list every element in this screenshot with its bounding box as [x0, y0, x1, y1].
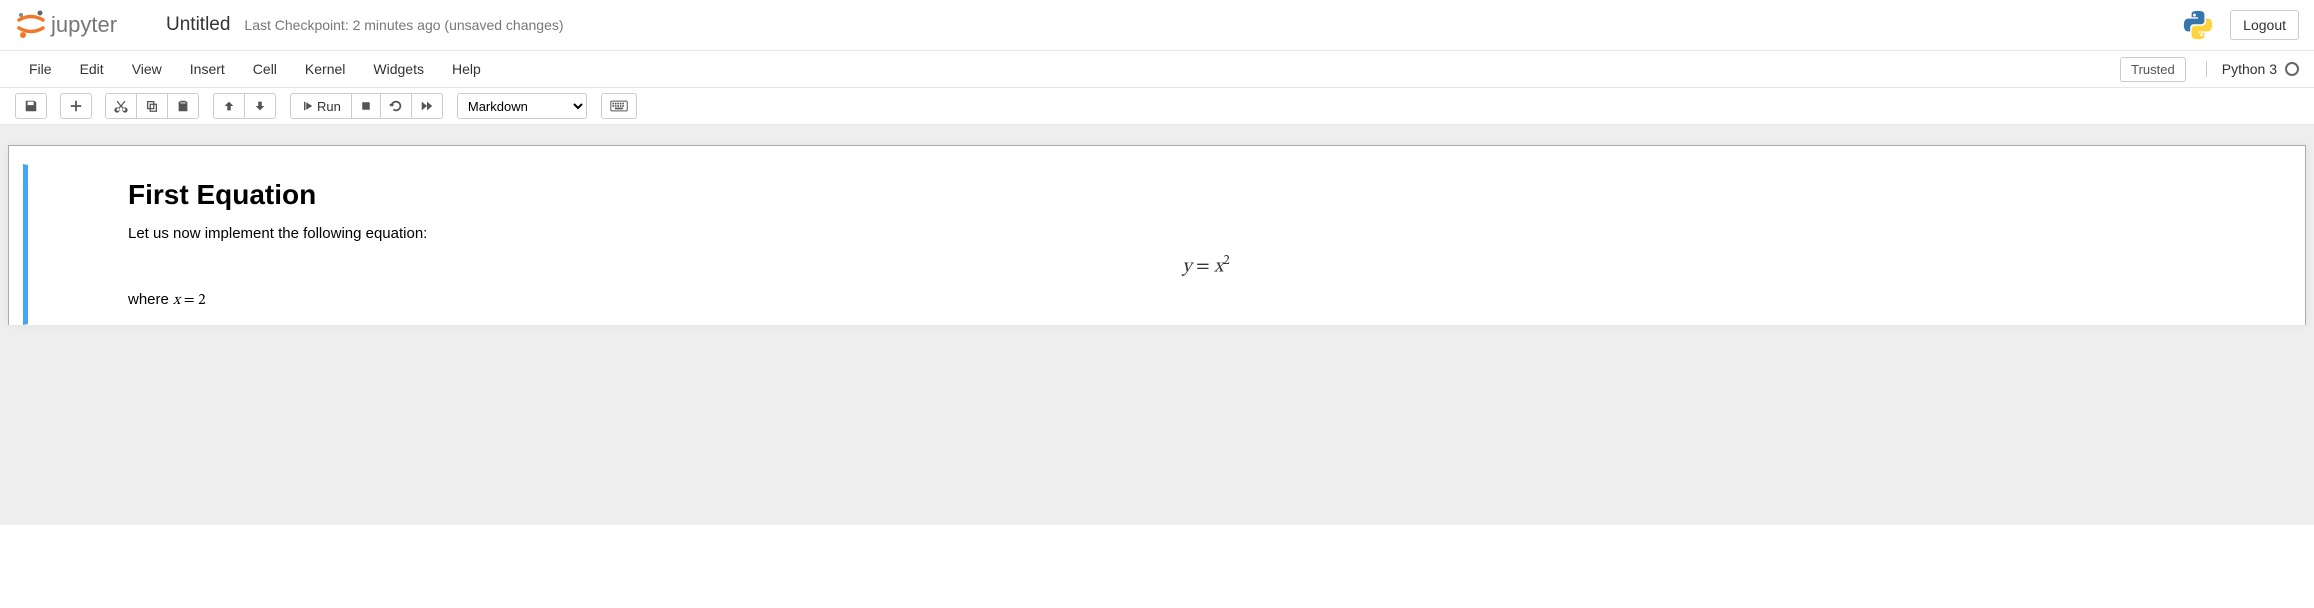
menu-help[interactable]: Help	[438, 51, 495, 87]
copy-icon	[145, 99, 159, 113]
arrow-up-icon	[222, 99, 236, 113]
copy-button[interactable]	[136, 93, 168, 119]
cell-heading: First Equation	[128, 179, 2284, 211]
menu-widgets[interactable]: Widgets	[359, 51, 438, 87]
stop-icon	[360, 100, 372, 112]
menu-view[interactable]: View	[118, 51, 176, 87]
plus-icon	[69, 99, 83, 113]
menu-cell[interactable]: Cell	[239, 51, 291, 87]
save-icon	[24, 99, 38, 113]
move-up-button[interactable]	[213, 93, 245, 119]
keyboard-icon	[610, 100, 628, 112]
menu-file[interactable]: File	[15, 51, 66, 87]
command-palette-button[interactable]	[601, 93, 637, 119]
cell-type-select[interactable]: Markdown	[457, 93, 587, 119]
python-logo-icon	[2181, 8, 2215, 42]
menu-edit[interactable]: Edit	[66, 51, 118, 87]
logout-button[interactable]: Logout	[2230, 10, 2299, 40]
notebook-area: First Equation Let us now implement the …	[0, 125, 2314, 525]
cut-button[interactable]	[105, 93, 137, 119]
cell-where-text: where x = 2	[128, 291, 2284, 310]
toolbar: Run Markdown	[0, 88, 2314, 125]
cut-icon	[114, 99, 128, 113]
header: jupyter Untitled Last Checkpoint: 2 minu…	[0, 0, 2314, 51]
run-icon	[301, 100, 313, 112]
menu-insert[interactable]: Insert	[176, 51, 239, 87]
restart-icon	[389, 99, 403, 113]
paste-icon	[176, 99, 190, 113]
menubar: File Edit View Insert Cell Kernel Widget…	[0, 51, 2314, 88]
kernel-name[interactable]: Python 3	[2206, 61, 2299, 77]
restart-button[interactable]	[380, 93, 412, 119]
cell-intro-text: Let us now implement the following equat…	[128, 225, 2284, 242]
svg-text:jupyter: jupyter	[50, 12, 117, 37]
run-button[interactable]: Run	[290, 93, 352, 119]
arrow-down-icon	[253, 99, 267, 113]
fast-forward-icon	[420, 99, 434, 113]
notebook-name[interactable]: Untitled	[160, 12, 236, 38]
menu-kernel[interactable]: Kernel	[291, 51, 359, 87]
cell-content[interactable]: First Equation Let us now implement the …	[128, 165, 2290, 324]
cell-prompt	[28, 165, 128, 324]
checkpoint-status: Last Checkpoint: 2 minutes ago (unsaved …	[244, 17, 563, 33]
insert-cell-button[interactable]	[60, 93, 92, 119]
interrupt-button[interactable]	[351, 93, 381, 119]
kernel-idle-icon	[2285, 62, 2299, 76]
trusted-button[interactable]: Trusted	[2120, 57, 2186, 82]
restart-run-all-button[interactable]	[411, 93, 443, 119]
jupyter-logo[interactable]: jupyter	[15, 8, 145, 42]
markdown-cell[interactable]: First Equation Let us now implement the …	[23, 164, 2291, 325]
move-down-button[interactable]	[244, 93, 276, 119]
paste-button[interactable]	[167, 93, 199, 119]
save-button[interactable]	[15, 93, 47, 119]
notebook: First Equation Let us now implement the …	[8, 145, 2306, 325]
display-equation: y = x2	[128, 254, 2284, 279]
